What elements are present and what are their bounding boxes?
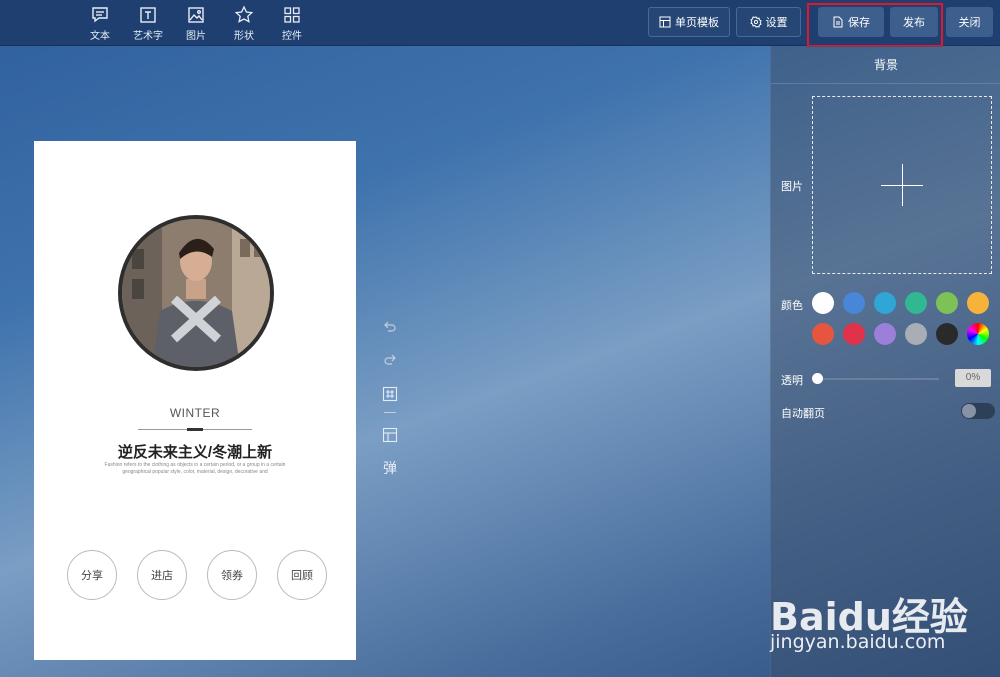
color-swatch-cyan[interactable] xyxy=(874,292,896,314)
color-label: 颜色 xyxy=(781,300,803,312)
plus-icon xyxy=(902,164,903,206)
side-divider xyxy=(384,412,396,413)
art-text-icon xyxy=(140,6,156,23)
panel-title: 背景 xyxy=(771,46,1000,84)
auto-flip-toggle[interactable] xyxy=(961,403,995,419)
settings-button[interactable]: 设置 xyxy=(736,7,801,37)
portrait-illustration xyxy=(122,219,270,367)
image-label: 图片 xyxy=(781,181,803,193)
color-swatch-orange[interactable] xyxy=(967,292,989,314)
tool-widget-label: 控件 xyxy=(282,30,302,42)
tool-shape[interactable]: 形状 xyxy=(224,3,264,43)
preview-subtitle[interactable]: WINTER xyxy=(34,406,356,420)
publish-button[interactable]: 发布 xyxy=(890,7,938,37)
review-button[interactable]: 回顾 xyxy=(277,550,327,600)
background-panel: 背景 图片 颜色 透明 0% 自动翻页 xyxy=(770,46,1000,677)
top-toolbar: 文本 艺术字 图片 形状 控件 单页模板 设置 保存 发布 关闭 xyxy=(0,0,1000,46)
color-swatch-black[interactable] xyxy=(936,323,958,345)
color-swatch-purple[interactable] xyxy=(874,323,896,345)
template-layout-icon xyxy=(659,16,671,28)
page-preview-canvas[interactable]: WINTER 逆反未来主义/冬潮上新 Fashion refers to the… xyxy=(34,141,356,660)
gear-icon xyxy=(749,16,762,28)
page-template-label: 单页模板 xyxy=(675,17,719,29)
tool-text[interactable]: 文本 xyxy=(80,3,120,43)
tool-image[interactable]: 图片 xyxy=(176,3,216,43)
save-label: 保存 xyxy=(848,17,870,29)
color-swatch-teal[interactable] xyxy=(905,292,927,314)
document-icon xyxy=(833,16,843,28)
color-swatch-green[interactable] xyxy=(936,292,958,314)
preview-description[interactable]: Fashion refers to the clothing as object… xyxy=(104,462,286,476)
close-label: 关闭 xyxy=(958,17,981,29)
enter-store-button[interactable]: 进店 xyxy=(137,550,187,600)
color-swatch-white[interactable] xyxy=(812,292,834,314)
share-button[interactable]: 分享 xyxy=(67,550,117,600)
tool-widget[interactable]: 控件 xyxy=(272,3,312,43)
preview-headline[interactable]: 逆反未来主义/冬潮上新 xyxy=(34,441,356,462)
toggle-knob xyxy=(962,404,976,418)
tool-shape-label: 形状 xyxy=(234,30,254,42)
save-button[interactable]: 保存 xyxy=(818,7,884,37)
opacity-slider-handle[interactable] xyxy=(812,373,823,384)
grid-hash-icon xyxy=(382,386,398,402)
redo-icon xyxy=(384,354,396,365)
tool-image-label: 图片 xyxy=(186,30,206,42)
color-swatch-gray[interactable] xyxy=(905,323,927,345)
tool-art-text-label: 艺术字 xyxy=(133,30,163,42)
layout-button[interactable] xyxy=(382,427,400,445)
grid-toggle-button[interactable] xyxy=(382,386,400,404)
undo-button[interactable] xyxy=(382,319,400,337)
text-comment-icon xyxy=(92,6,108,22)
opacity-label: 透明 xyxy=(781,375,803,387)
layout-icon xyxy=(382,427,398,443)
star-shape-icon xyxy=(234,4,254,23)
tool-art-text[interactable]: 艺术字 xyxy=(128,3,168,43)
close-button[interactable]: 关闭 xyxy=(946,7,993,37)
widget-grid-icon xyxy=(284,6,300,23)
get-coupon-button[interactable]: 领券 xyxy=(207,550,257,600)
page-template-button[interactable]: 单页模板 xyxy=(648,7,730,37)
color-swatch-red[interactable] xyxy=(812,323,834,345)
image-upload-box[interactable] xyxy=(812,96,992,274)
redo-button[interactable] xyxy=(382,352,400,370)
color-swatch-rainbow[interactable] xyxy=(967,323,989,345)
model-portrait-image[interactable] xyxy=(118,215,274,371)
publish-label: 发布 xyxy=(903,17,925,29)
divider-accent xyxy=(187,428,203,431)
popup-button[interactable]: 弹 xyxy=(383,458,397,478)
auto-flip-label: 自动翻页 xyxy=(781,408,825,420)
color-swatch-blue[interactable] xyxy=(843,292,865,314)
tool-text-label: 文本 xyxy=(90,30,110,42)
undo-icon xyxy=(384,321,396,332)
color-swatch-crimson[interactable] xyxy=(843,323,865,345)
opacity-value-input[interactable]: 0% xyxy=(955,369,991,387)
baidu-watermark-url: jingyan.baidu.com xyxy=(770,631,946,653)
settings-label: 设置 xyxy=(765,17,788,29)
image-icon xyxy=(188,6,204,23)
opacity-slider-track[interactable] xyxy=(816,378,939,380)
